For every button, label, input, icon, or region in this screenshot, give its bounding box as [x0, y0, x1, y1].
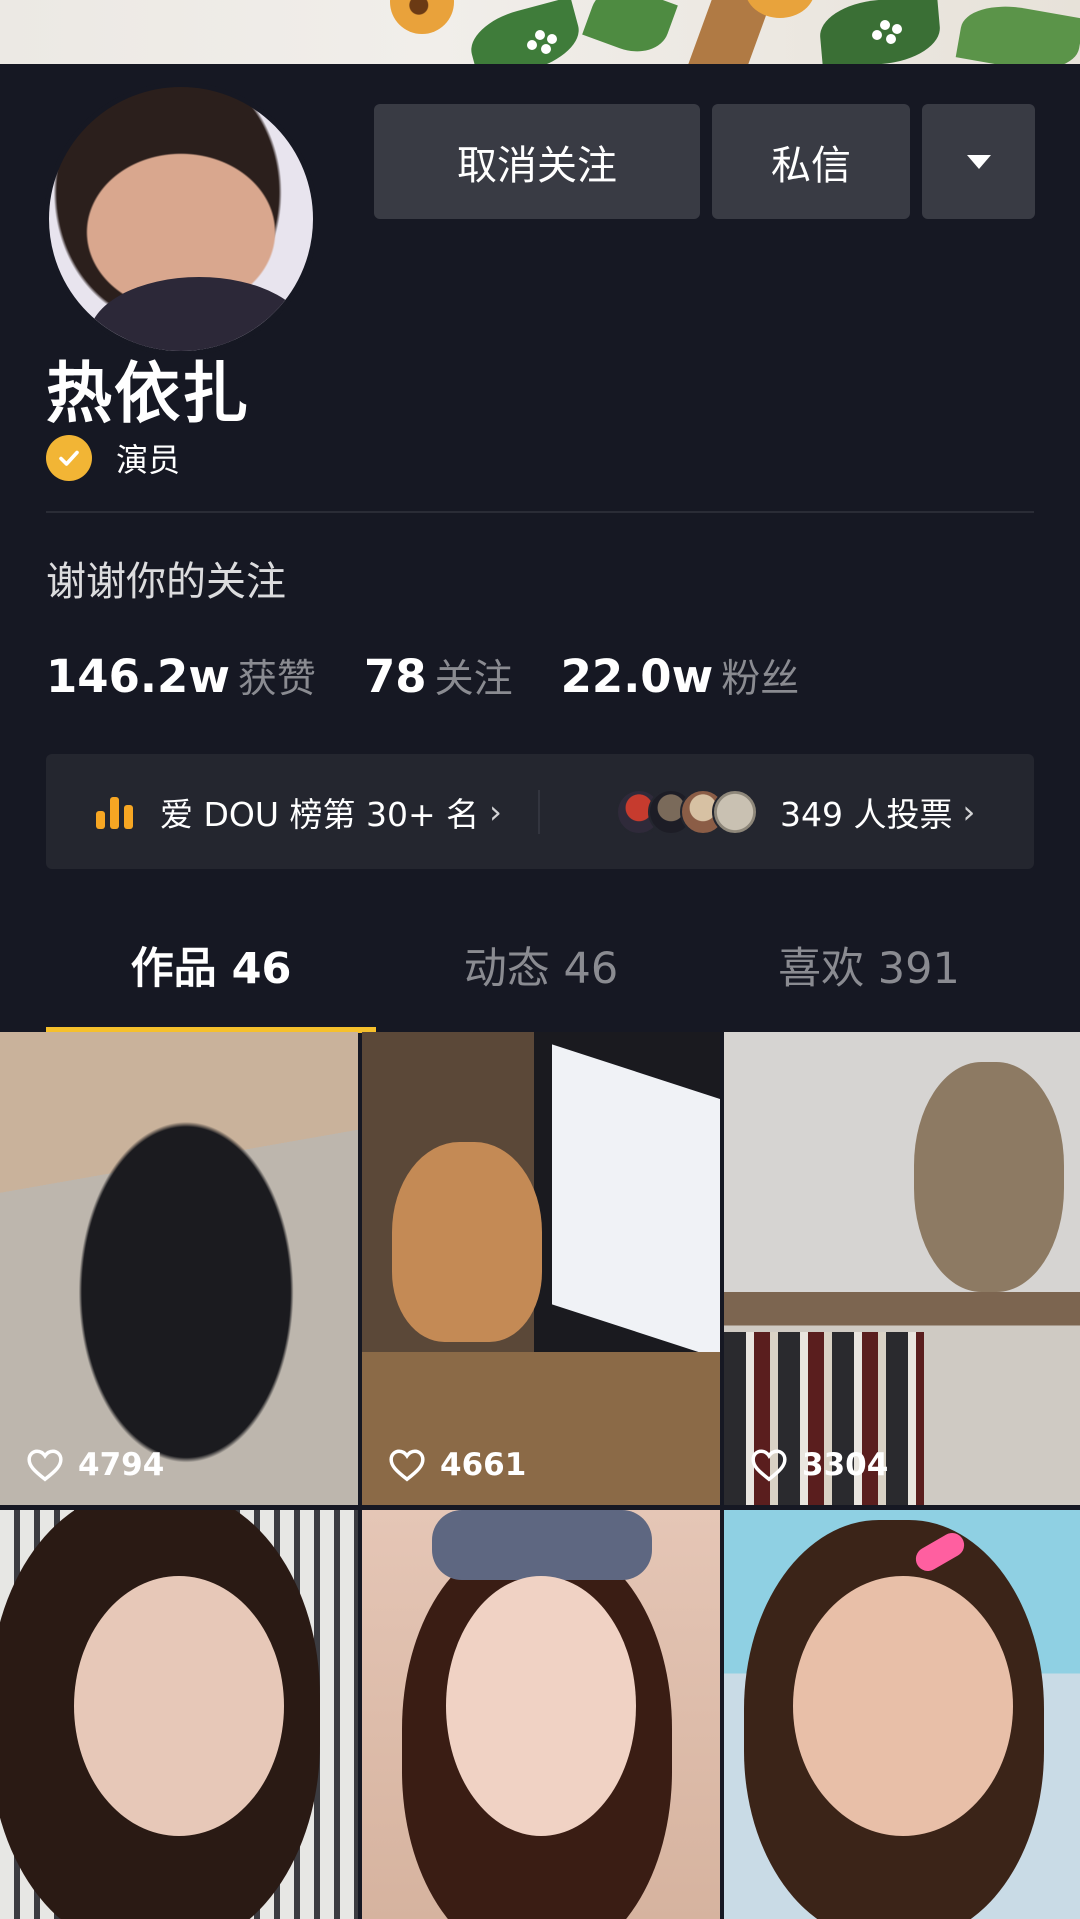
- thumbnail-bow: [432, 1510, 652, 1580]
- thumbnail-face: [793, 1576, 1013, 1837]
- cover-leaf: [582, 0, 678, 62]
- video-thumbnail[interactable]: 4794: [0, 1032, 358, 1505]
- stat-label: 获赞: [237, 657, 316, 702]
- video-thumbnail[interactable]: [724, 1510, 1080, 1919]
- thumbnail-face: [74, 1576, 284, 1837]
- unfollow-button[interactable]: 取消关注: [374, 104, 700, 219]
- stat-value: 146.2w: [46, 650, 230, 703]
- divider: [538, 790, 540, 834]
- chevron-right-icon: ›: [489, 792, 502, 831]
- profile-name: 热依扎: [46, 355, 250, 432]
- more-options-button[interactable]: [922, 104, 1035, 219]
- thumbnail-face: [446, 1576, 636, 1837]
- video-thumbnail[interactable]: 3304: [724, 1032, 1080, 1505]
- cover-leaf: [817, 0, 943, 64]
- profile-cover-image[interactable]: [0, 0, 1080, 64]
- profile-stats: 146.2w 获赞 78 关注 22.0w 粉丝: [46, 648, 847, 704]
- divider: [46, 511, 1034, 513]
- heart-icon: [751, 1449, 787, 1482]
- voter-avatar: [712, 788, 758, 835]
- like-count-value: 3304: [802, 1447, 889, 1483]
- like-count-value: 4661: [440, 1447, 527, 1483]
- like-count: 4661: [388, 1447, 526, 1483]
- thumbnail-monitor: [552, 1044, 720, 1360]
- votes-label: 349 人投票: [780, 794, 953, 834]
- content-tabs: 作品 46 动态 46 喜欢 391: [0, 934, 1080, 1034]
- dou-rank-label: 爱 DOU 榜第 30+ 名: [160, 794, 480, 834]
- verified-badge: 演员: [46, 435, 180, 481]
- rank-banner: 爱 DOU 榜第 30+ 名 › 349 人投票 ›: [46, 754, 1034, 869]
- like-count: 3304: [750, 1447, 888, 1483]
- stat-likes[interactable]: 146.2w 获赞: [46, 648, 316, 704]
- profile-panel: 取消关注 私信 热依扎 演员 谢谢你的关注 146.2w 获赞 78 关注 22…: [0, 64, 1080, 1919]
- cover-flower: [880, 20, 890, 30]
- stat-label: 关注: [434, 657, 513, 702]
- tab-works[interactable]: 作品 46: [46, 934, 376, 996]
- stat-label: 粉丝: [721, 657, 800, 702]
- unfollow-button-label: 取消关注: [457, 142, 617, 189]
- cover-flower: [535, 30, 545, 40]
- thumbnail-cat: [392, 1142, 542, 1342]
- heart-icon: [389, 1449, 425, 1482]
- message-button[interactable]: 私信: [712, 104, 910, 219]
- stat-value: 78: [363, 650, 427, 703]
- avatar[interactable]: [44, 82, 318, 356]
- cover-leaf: [955, 0, 1080, 64]
- stat-value: 22.0w: [560, 650, 714, 703]
- profile-page: 取消关注 私信 热依扎 演员 谢谢你的关注 146.2w 获赞 78 关注 22…: [0, 0, 1080, 1919]
- thumbnail-cat: [914, 1062, 1064, 1292]
- profile-bio: 谢谢你的关注: [46, 559, 286, 605]
- video-thumbnail[interactable]: [0, 1510, 358, 1919]
- stat-following[interactable]: 78 关注: [364, 648, 513, 704]
- votes-link[interactable]: 349 人投票 ›: [616, 754, 975, 869]
- like-count: 4794: [26, 1447, 164, 1483]
- message-button-label: 私信: [771, 142, 851, 189]
- bar-chart-icon: [96, 795, 138, 829]
- heart-icon: [27, 1449, 63, 1482]
- tab-liked[interactable]: 喜欢 391: [704, 934, 1034, 996]
- verified-label: 演员: [116, 441, 181, 479]
- caret-down-icon: [966, 154, 991, 169]
- like-count-value: 4794: [78, 1447, 165, 1483]
- voter-avatars: [616, 788, 758, 835]
- tab-moments[interactable]: 动态 46: [376, 934, 706, 996]
- chevron-right-icon: ›: [962, 792, 976, 831]
- cover-leaf: [464, 0, 586, 64]
- video-thumbnail[interactable]: [362, 1510, 720, 1919]
- video-thumbnail[interactable]: 4661: [362, 1032, 720, 1505]
- verified-check-icon: [46, 435, 92, 481]
- stat-followers[interactable]: 22.0w 粉丝: [561, 648, 800, 704]
- dou-rank-link[interactable]: 爱 DOU 榜第 30+ 名 ›: [96, 754, 502, 869]
- cover-fruit: [390, 0, 454, 34]
